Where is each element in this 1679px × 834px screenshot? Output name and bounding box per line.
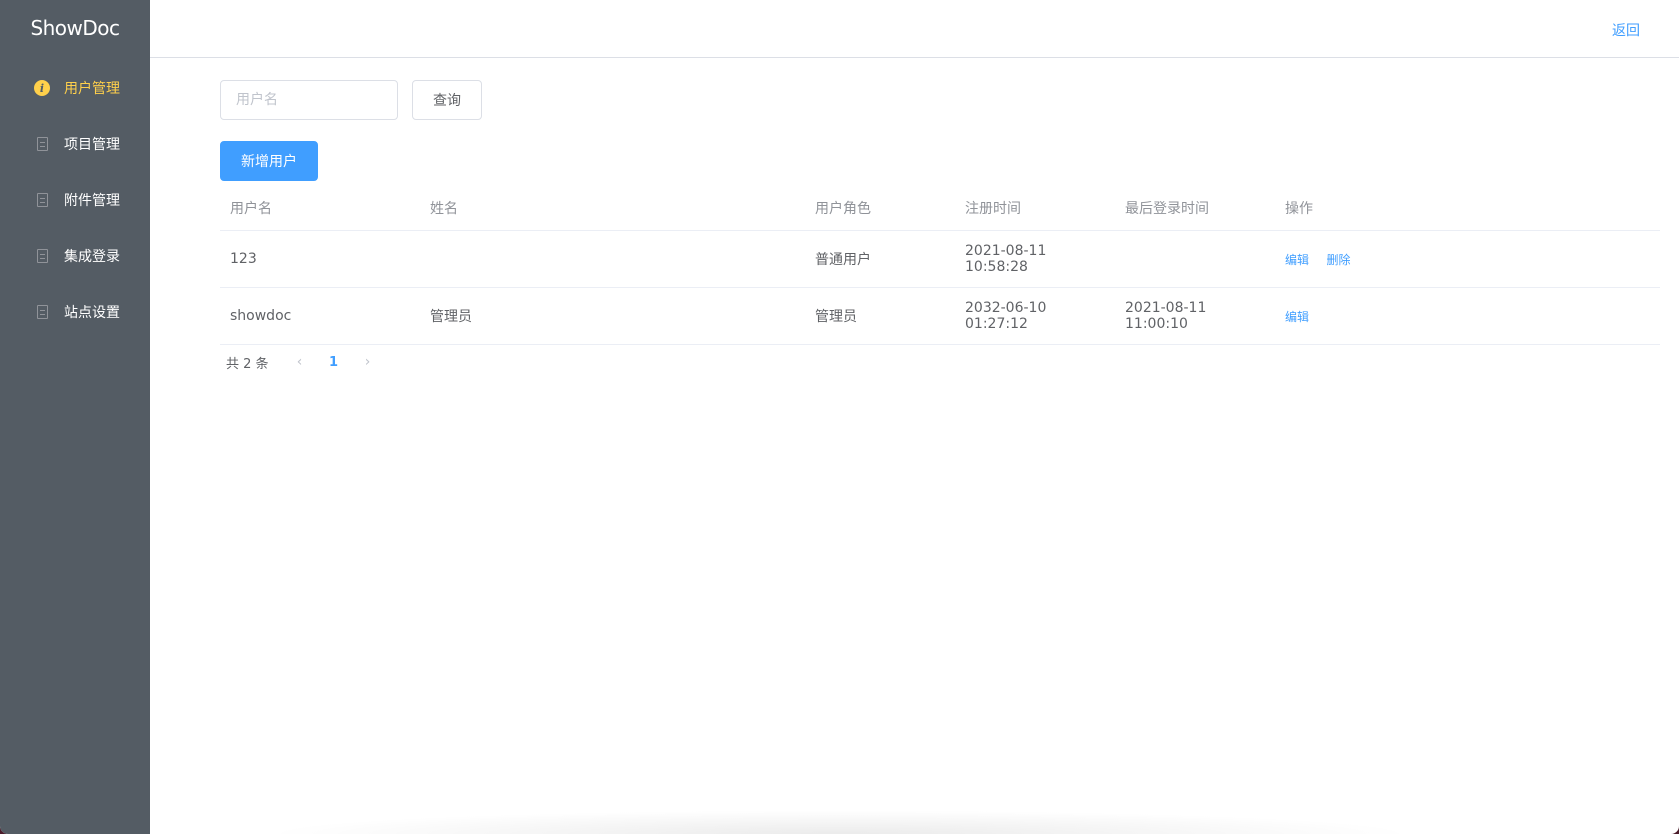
document-icon: [34, 304, 50, 320]
document-icon: [34, 192, 50, 208]
delete-button[interactable]: 删除: [1326, 253, 1350, 267]
back-link[interactable]: 返回: [1612, 20, 1640, 40]
column-header-actions: 操作: [1275, 185, 1660, 231]
info-icon: i: [34, 80, 50, 96]
cell-username: showdoc: [220, 287, 420, 345]
search-form: 查询: [220, 80, 1660, 120]
sidebar-menu: i 用户管理 项目管理 附件管理 集成登录 站点设置: [0, 60, 150, 340]
cell-name: 管理员: [420, 287, 805, 345]
column-header-role: 用户角色: [805, 185, 955, 231]
bottom-shadow: [260, 810, 1419, 834]
column-header-name: 姓名: [420, 185, 805, 231]
cell-actions: 编辑: [1275, 287, 1660, 345]
cell-role: 管理员: [805, 287, 955, 345]
pagination-page-1[interactable]: 1: [315, 355, 353, 370]
sidebar: ShowDoc i 用户管理 项目管理 附件管理 集成登录 站点设置: [0, 0, 150, 834]
edit-button[interactable]: 编辑: [1285, 253, 1309, 267]
username-search-input[interactable]: [220, 80, 398, 120]
table-row: showdoc 管理员 管理员 2032-06-10 01:27:12 2021…: [220, 287, 1660, 345]
sidebar-item-label: 站点设置: [64, 305, 120, 321]
table-row: 123 普通用户 2021-08-11 10:58:28 编辑 删除: [220, 230, 1660, 288]
main-content: 查询 新增用户 用户名 姓名 用户角色 注册时间 最后登录时间 操作: [220, 80, 1660, 379]
query-button[interactable]: 查询: [412, 80, 482, 120]
sidebar-item-site-settings[interactable]: 站点设置: [0, 284, 150, 340]
chevron-right-icon[interactable]: ›: [353, 354, 383, 370]
add-user-button[interactable]: 新增用户: [220, 141, 318, 181]
sidebar-item-label: 用户管理: [64, 81, 120, 97]
cell-role: 普通用户: [805, 230, 955, 288]
chevron-left-icon[interactable]: ‹: [285, 354, 315, 370]
sidebar-item-label: 集成登录: [64, 249, 120, 265]
cell-last-login: [1115, 230, 1275, 288]
sidebar-item-integrated-login[interactable]: 集成登录: [0, 228, 150, 284]
cell-last-login: 2021-08-11 11:00:10: [1115, 287, 1275, 345]
cell-username: 123: [220, 230, 420, 288]
sidebar-item-user-management[interactable]: i 用户管理: [0, 60, 150, 116]
cell-actions: 编辑 删除: [1275, 230, 1660, 288]
column-header-last-login: 最后登录时间: [1115, 185, 1275, 231]
cell-registered: 2021-08-11 10:58:28: [955, 230, 1115, 288]
document-icon: [34, 136, 50, 152]
sidebar-item-label: 项目管理: [64, 137, 120, 153]
table-header-row: 用户名 姓名 用户角色 注册时间 最后登录时间 操作: [220, 185, 1660, 231]
sidebar-item-attachment-management[interactable]: 附件管理: [0, 172, 150, 228]
app-window: ShowDoc i 用户管理 项目管理 附件管理 集成登录 站点设置 返回 用户…: [0, 0, 1679, 834]
column-header-username: 用户名: [220, 185, 420, 231]
sidebar-item-project-management[interactable]: 项目管理: [0, 116, 150, 172]
document-icon: [34, 248, 50, 264]
column-header-registered: 注册时间: [955, 185, 1115, 231]
edit-button[interactable]: 编辑: [1285, 310, 1309, 324]
cell-name: [420, 230, 805, 288]
top-bar: 返回: [150, 0, 1679, 58]
users-table: 用户名 姓名 用户角色 注册时间 最后登录时间 操作 123 普通用户 2021…: [220, 185, 1660, 345]
pagination-total: 共 2 条: [226, 356, 269, 372]
pagination: 共 2 条 ‹ 1 ›: [220, 345, 1660, 379]
sidebar-item-label: 附件管理: [64, 193, 120, 209]
cell-registered: 2032-06-10 01:27:12: [955, 287, 1115, 345]
app-logo: ShowDoc: [30, 16, 120, 40]
